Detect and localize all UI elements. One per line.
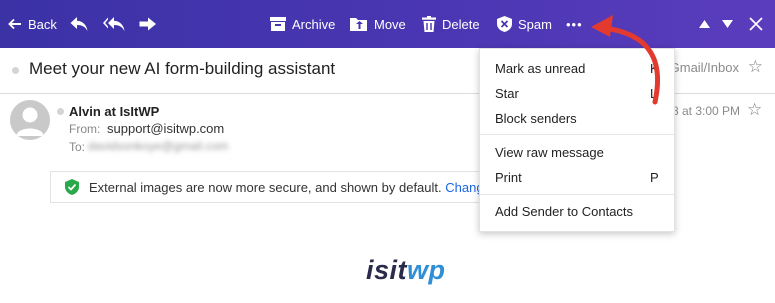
annotation-arrow-icon [591,15,661,105]
